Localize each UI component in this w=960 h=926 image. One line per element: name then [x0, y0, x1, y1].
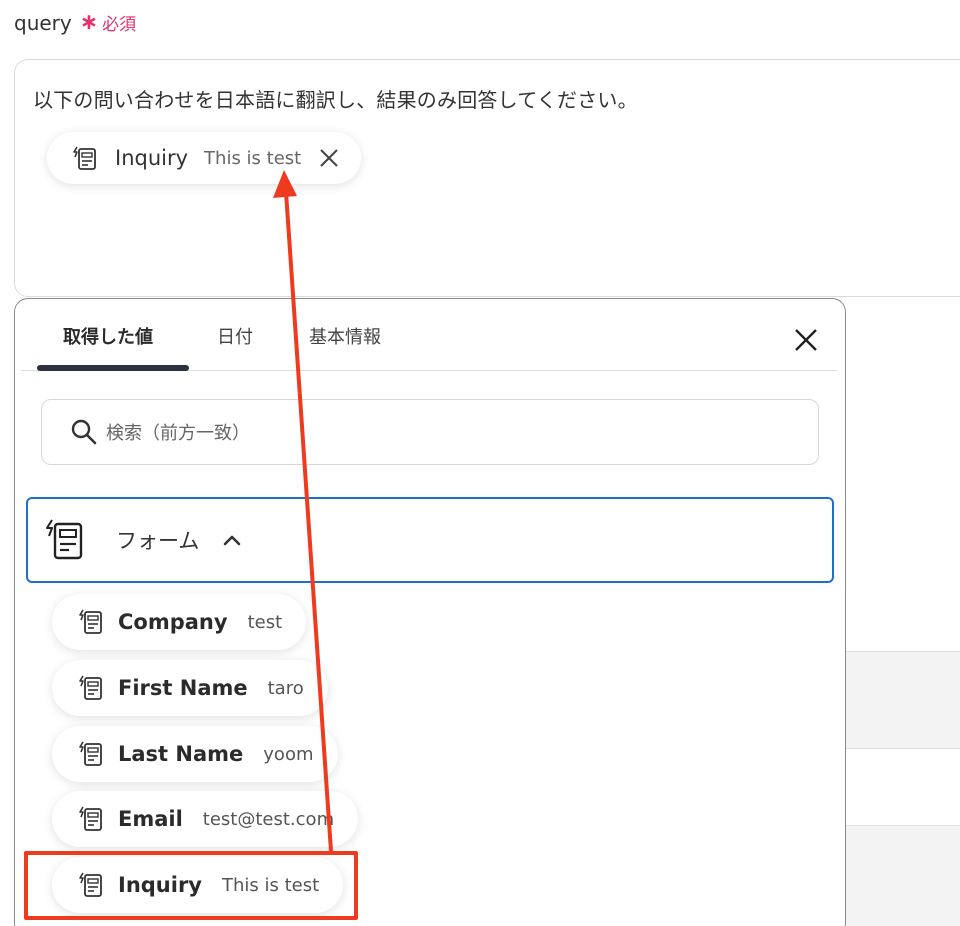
form-icon	[78, 804, 106, 834]
form-group-header[interactable]: フォーム	[26, 497, 834, 583]
search-placeholder: 検索（前方一致）	[106, 423, 250, 444]
close-icon[interactable]	[791, 325, 821, 355]
query-textarea[interactable]: 以下の問い合わせを日本語に翻訳し、結果のみ回答してください。 Inquiry T…	[14, 59, 960, 297]
background-row	[846, 651, 960, 749]
variable-item-first-name[interactable]: First Name taro	[52, 660, 328, 716]
form-icon	[71, 143, 101, 173]
item-value: test	[247, 611, 283, 633]
item-name: First Name	[118, 676, 248, 700]
chevron-up-icon[interactable]	[221, 529, 243, 551]
active-tab-indicator	[37, 365, 189, 371]
form-icon	[78, 607, 106, 637]
item-value: test@test.com	[202, 808, 335, 830]
required-badge: 必須	[102, 15, 137, 35]
annotation-highlight-box	[24, 851, 358, 920]
tab-acquired-values[interactable]: 取得した値	[63, 323, 153, 349]
tab-bar: 取得した値 日付 基本情報	[21, 299, 837, 371]
form-icon	[78, 739, 106, 769]
variable-item-email[interactable]: Email test@test.com	[52, 791, 359, 847]
form-icon	[44, 516, 88, 564]
close-icon[interactable]	[317, 146, 341, 170]
item-value: taro	[267, 677, 304, 699]
item-name: Last Name	[118, 742, 244, 766]
item-name: Email	[118, 807, 183, 831]
variable-picker-panel: 取得した値 日付 基本情報 検索（前方一致） フォーム Company test…	[14, 298, 846, 926]
field-label: query ∗ 必須	[14, 10, 136, 35]
variable-item-last-name[interactable]: Last Name yoom	[52, 726, 338, 782]
chip-value: This is test	[204, 147, 302, 169]
required-star-icon: ∗	[79, 10, 99, 35]
tab-basic-info[interactable]: 基本情報	[309, 323, 381, 349]
group-label: フォーム	[116, 529, 200, 553]
chip-name: Inquiry	[115, 146, 189, 170]
item-value: yoom	[263, 743, 314, 765]
form-icon	[78, 673, 106, 703]
inquiry-variable-chip[interactable]: Inquiry This is test	[47, 132, 362, 184]
background-row	[846, 825, 960, 926]
tab-date[interactable]: 日付	[217, 323, 253, 349]
variable-item-company[interactable]: Company test	[52, 594, 307, 650]
item-name: Company	[118, 610, 228, 634]
field-name: query	[14, 10, 72, 35]
search-icon	[70, 418, 98, 446]
search-input[interactable]: 検索（前方一致）	[41, 399, 819, 465]
query-text: 以下の問い合わせを日本語に翻訳し、結果のみ回答してください。	[33, 88, 638, 112]
